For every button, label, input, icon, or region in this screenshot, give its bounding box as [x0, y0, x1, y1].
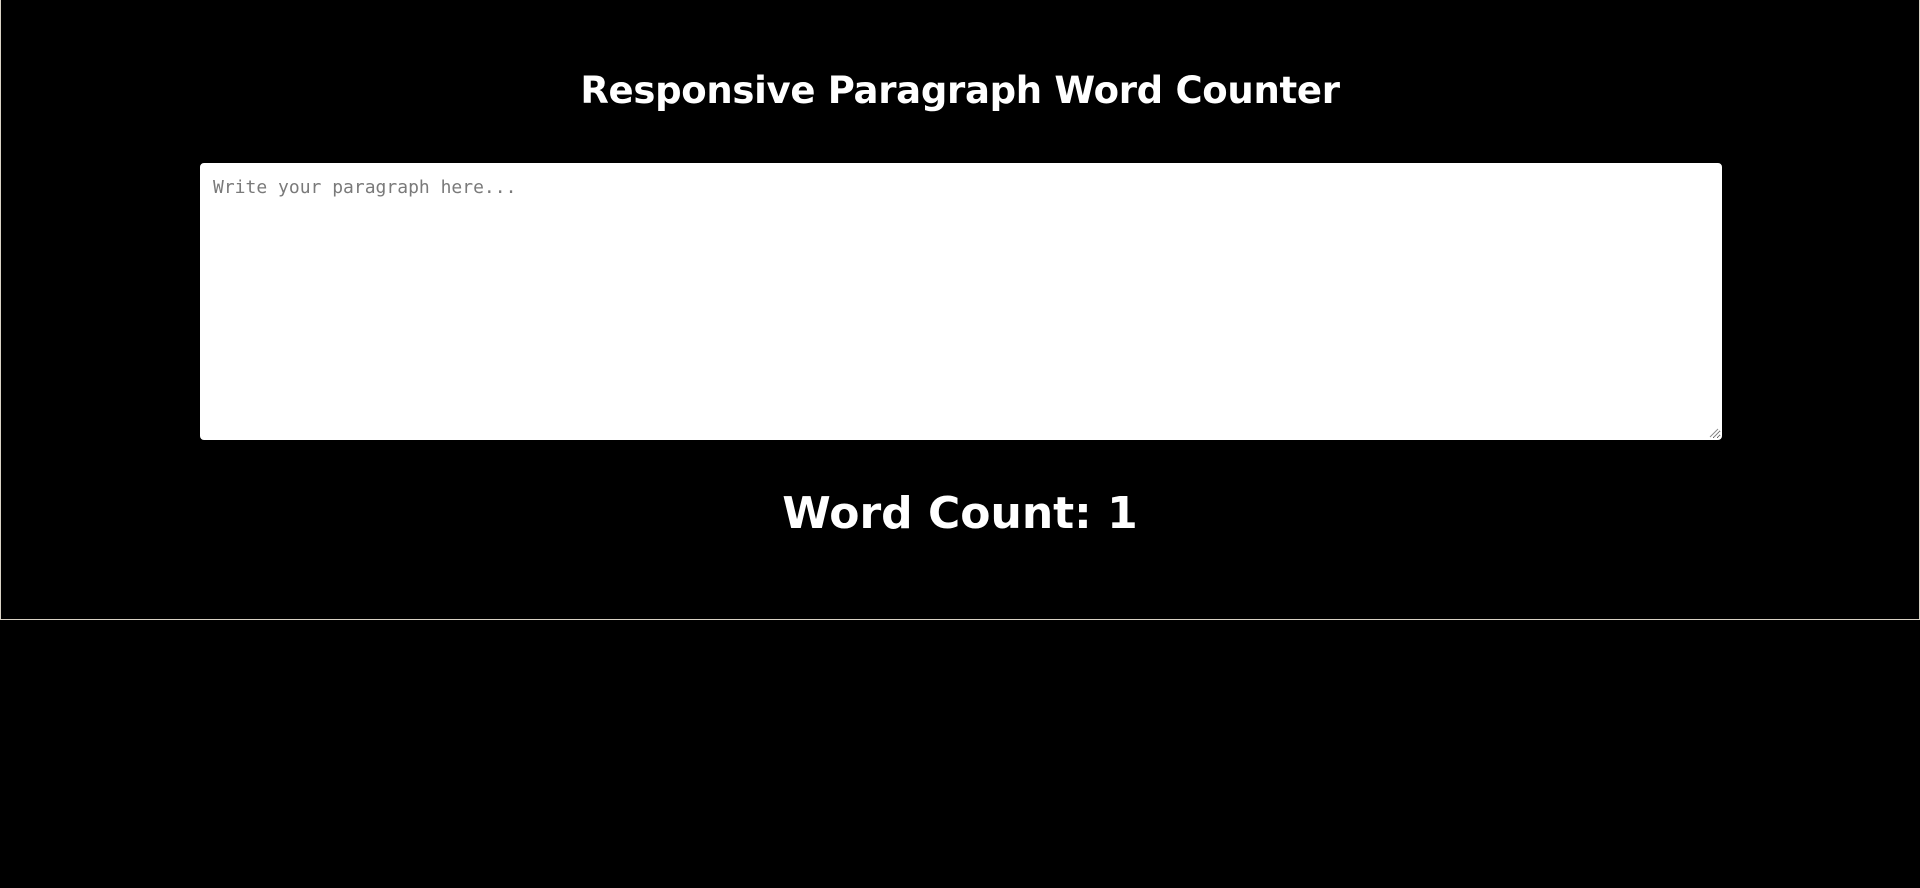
word-count-display: Word Count: 1 — [1, 484, 1919, 544]
word-count-label: Word Count: — [782, 488, 1108, 539]
paragraph-textarea[interactable] — [200, 163, 1722, 440]
page-title: Responsive Paragraph Word Counter — [580, 69, 1340, 112]
word-count-value: 1 — [1107, 488, 1138, 539]
word-counter-container: Responsive Paragraph Word Counter Word C… — [0, 0, 1920, 620]
